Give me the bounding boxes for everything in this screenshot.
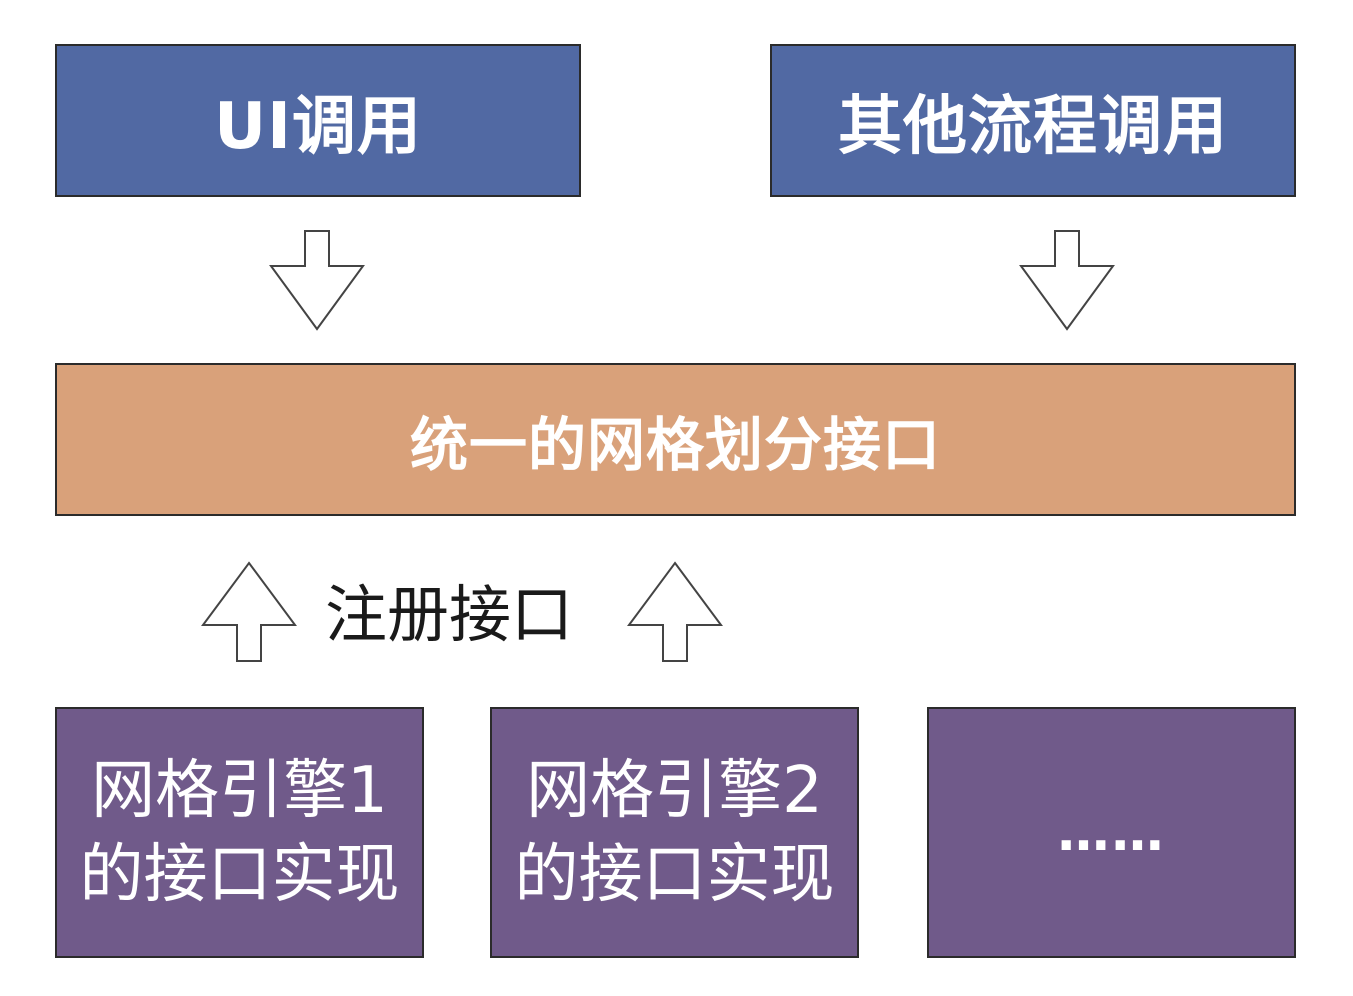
mesh-engine-1-impl-label: 网格引擎1 的接口实现 bbox=[79, 753, 400, 912]
up-arrow-icon-left bbox=[201, 561, 297, 662]
other-process-call-label: 其他流程调用 bbox=[838, 89, 1228, 164]
ui-call-label: UI调用 bbox=[214, 89, 422, 164]
mesh-engine-1-impl-box: 网格引擎1 的接口实现 bbox=[55, 707, 424, 958]
register-interface-label: 注册接口 bbox=[325, 578, 574, 651]
mesh-engine-2-impl-box: 网格引擎2 的接口实现 bbox=[490, 707, 859, 958]
more-impl-ellipsis: …… bbox=[1057, 802, 1166, 863]
unified-meshing-interface-box: 统一的网格划分接口 bbox=[55, 363, 1296, 516]
down-arrow-icon-left bbox=[269, 230, 365, 331]
mesh-engine-2-impl-label: 网格引擎2 的接口实现 bbox=[514, 753, 835, 912]
down-arrow-icon-right bbox=[1019, 230, 1115, 331]
ui-call-box: UI调用 bbox=[55, 44, 581, 197]
more-impl-box: …… bbox=[927, 707, 1296, 958]
other-process-call-box: 其他流程调用 bbox=[770, 44, 1296, 197]
unified-meshing-interface-label: 统一的网格划分接口 bbox=[409, 410, 941, 479]
up-arrow-icon-right bbox=[627, 561, 723, 662]
